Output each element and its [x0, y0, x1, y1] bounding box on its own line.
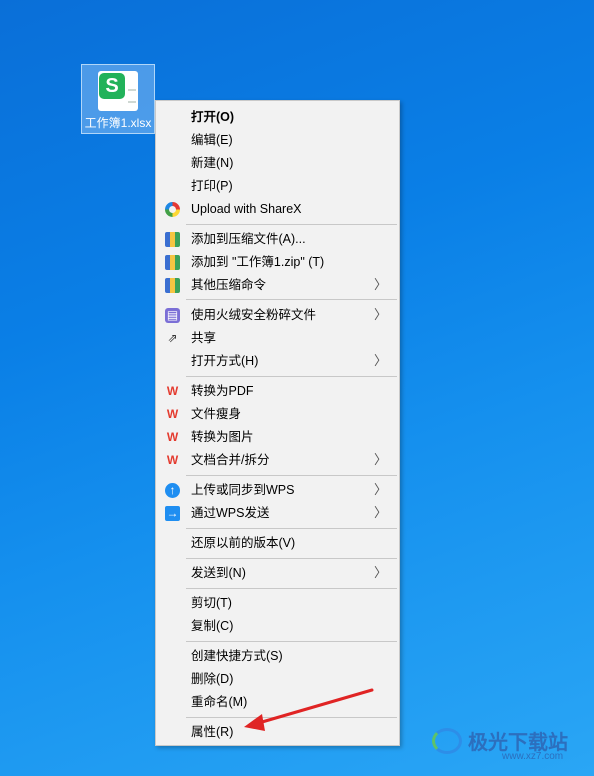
watermark-url: www.xz7.com — [502, 751, 564, 762]
annotation-arrow-icon — [244, 688, 374, 731]
site-logo-icon — [432, 728, 462, 754]
watermark: 极光下载站 www.xz7.com — [432, 722, 592, 762]
